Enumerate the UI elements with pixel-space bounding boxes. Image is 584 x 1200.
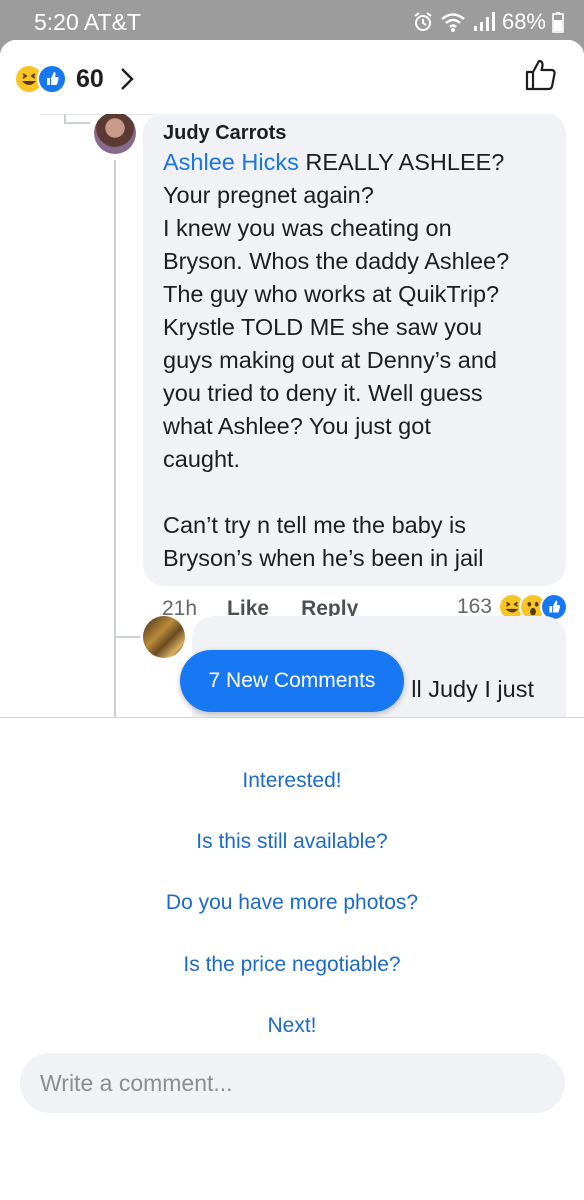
comment-text: Ashlee Hicks REALLY ASHLEE? Your pregnet… — [163, 146, 548, 575]
reactions-summary[interactable]: 60 — [14, 62, 134, 96]
comment-body: REALLY ASHLEE? Your pregnet again? I kne… — [163, 149, 510, 571]
quick-replies-panel: Interested! Is this still available? Do … — [0, 717, 584, 1200]
thread-line — [64, 122, 90, 124]
comments-sheet: 60 Judy Carrots Ashlee Hicks REALLY ASHL… — [0, 40, 584, 1200]
battery-icon — [552, 12, 564, 33]
mention-link[interactable]: Ashlee Hicks — [163, 149, 299, 175]
status-time: 5:20 AT&T — [34, 9, 141, 35]
quick-reply-more-photos[interactable]: Do you have more photos? — [0, 891, 584, 915]
avatar[interactable] — [143, 616, 185, 658]
new-comments-button[interactable]: 7 New Comments — [180, 650, 404, 712]
avatar[interactable] — [94, 112, 136, 154]
like-reaction-icon — [37, 64, 67, 94]
quick-reply-price-negotiable[interactable]: Is the price negotiable? — [0, 953, 584, 977]
reaction-count: 60 — [76, 64, 104, 93]
wifi-icon — [441, 13, 465, 32]
like-outline-icon[interactable] — [524, 58, 558, 92]
quick-reply-next[interactable]: Next! — [0, 1014, 584, 1038]
alarm-icon — [414, 12, 432, 31]
comment-input-placeholder: Write a comment... — [40, 1069, 233, 1096]
quick-reply-interested[interactable]: Interested! — [0, 769, 584, 793]
reactions-header: 60 — [0, 40, 584, 114]
chevron-right-icon — [120, 68, 134, 90]
thread-line — [114, 636, 140, 638]
status-icons: 68% — [412, 9, 564, 35]
battery-percent: 68% — [501, 9, 546, 34]
comment-author[interactable]: Judy Carrots — [163, 120, 548, 146]
comment-bubble: Judy Carrots Ashlee Hicks REALLY ASHLEE?… — [143, 112, 566, 586]
signal-icon — [473, 12, 495, 31]
status-bar: 5:20 AT&T 68% — [0, 0, 584, 42]
quick-reply-still-available[interactable]: Is this still available? — [0, 830, 584, 854]
comment-input[interactable]: Write a comment... — [20, 1053, 565, 1113]
